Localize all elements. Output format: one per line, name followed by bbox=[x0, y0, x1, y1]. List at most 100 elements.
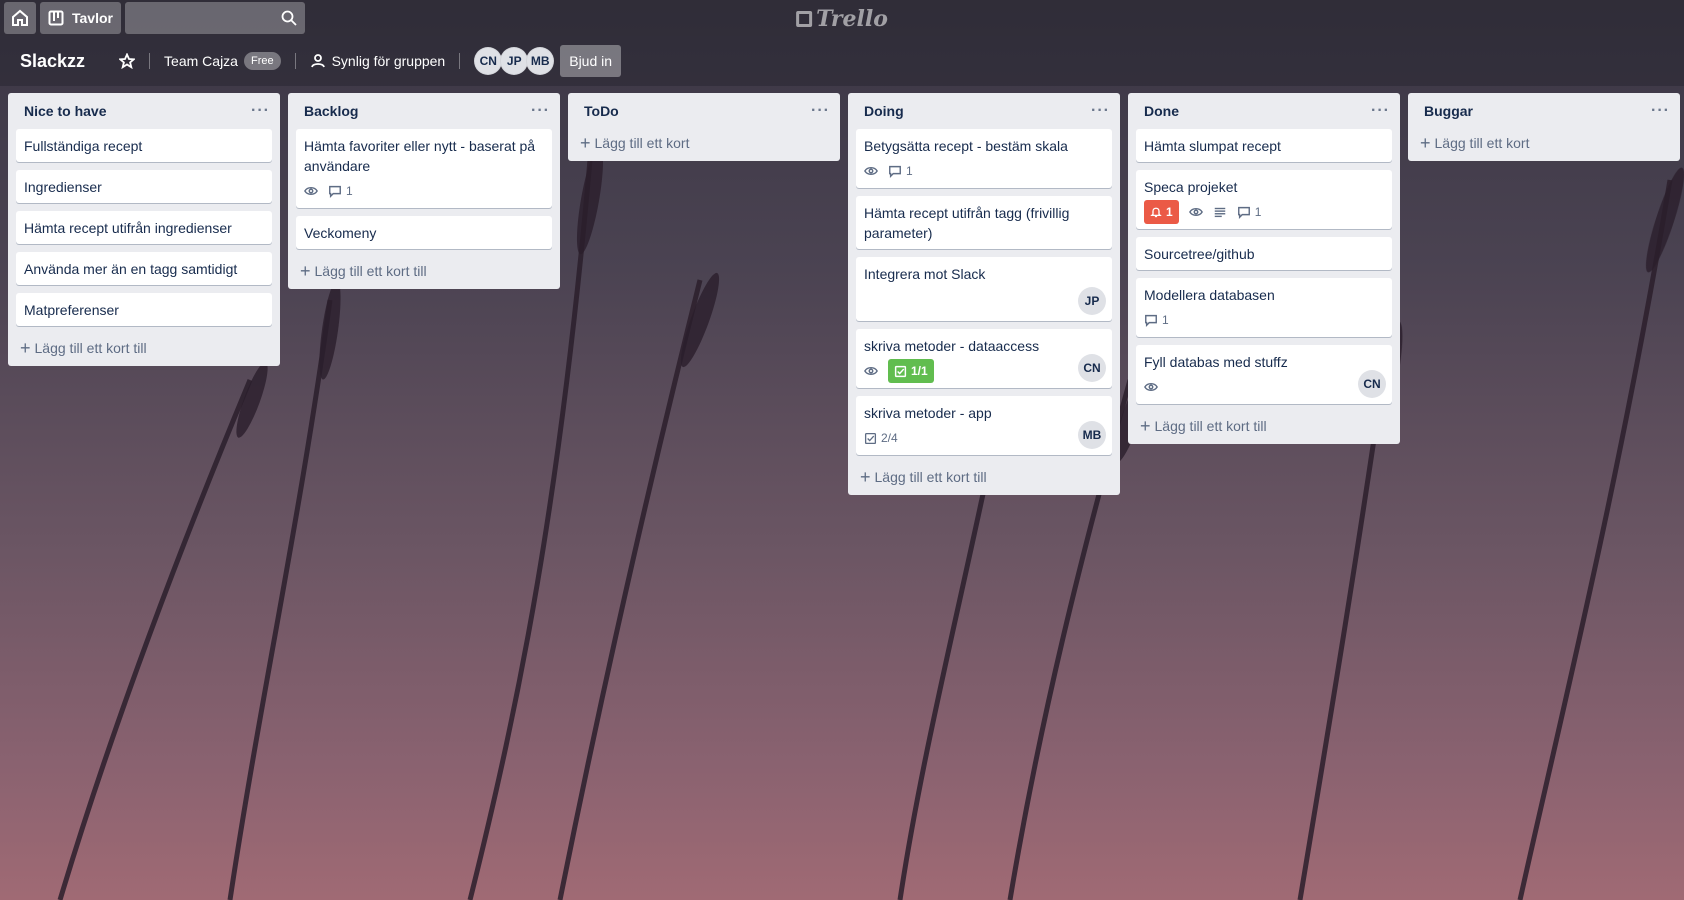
list-title[interactable]: Nice to have bbox=[24, 103, 106, 119]
list-menu-icon[interactable]: ··· bbox=[1651, 102, 1670, 120]
add-card-button[interactable]: + Lägg till ett kort till bbox=[856, 463, 1112, 489]
add-card-label: Lägg till ett kort bbox=[594, 135, 690, 151]
list-header: Backlog ··· bbox=[296, 93, 552, 129]
card-title: Modellera databasen bbox=[1144, 287, 1275, 303]
card-title: Speca projeket bbox=[1144, 179, 1238, 195]
list-menu-icon[interactable]: ··· bbox=[1371, 102, 1390, 120]
comment-count: 1 bbox=[906, 164, 913, 178]
plus-icon: + bbox=[20, 338, 31, 358]
card-title: Matpreferenser bbox=[24, 302, 119, 318]
logo-text: Trello bbox=[816, 6, 888, 32]
avatar[interactable]: MB bbox=[526, 47, 555, 75]
add-card-button[interactable]: + Lägg till ett kort till bbox=[296, 257, 552, 283]
search-input[interactable] bbox=[124, 2, 305, 34]
comment-icon bbox=[889, 165, 901, 178]
home-button[interactable] bbox=[4, 2, 36, 34]
list-card[interactable]: Ingredienser bbox=[16, 170, 272, 203]
card-badges bbox=[1144, 376, 1384, 398]
list-card[interactable]: skriva metoder - dataaccess 1/1 CN bbox=[856, 329, 1112, 388]
plus-icon: + bbox=[1140, 416, 1151, 436]
comment-icon bbox=[1145, 314, 1157, 327]
card-title: Veckomeny bbox=[304, 225, 377, 241]
list-menu-icon[interactable]: ··· bbox=[251, 102, 270, 120]
list-card[interactable]: Fyll databas med stuffz CN bbox=[1136, 345, 1392, 404]
boards-label: Tavlor bbox=[72, 10, 113, 26]
list-card[interactable]: Hämta recept utifrån tagg (frivillig par… bbox=[856, 196, 1112, 249]
list-header: ToDo ··· bbox=[576, 93, 832, 129]
team-button[interactable]: Team Cajza Free bbox=[156, 45, 289, 77]
eye-icon bbox=[864, 167, 878, 175]
list-title[interactable]: Done bbox=[1144, 103, 1179, 119]
card-title: Fyll databas med stuffz bbox=[1144, 354, 1288, 370]
card-member-avatar[interactable]: CN bbox=[1078, 354, 1106, 382]
star-button[interactable] bbox=[111, 45, 143, 77]
trello-logo[interactable]: Trello bbox=[796, 6, 888, 32]
description-icon bbox=[1214, 207, 1225, 218]
list-card[interactable]: Hämta favoriter eller nytt - baserat på … bbox=[296, 129, 552, 208]
list-card[interactable]: Hämta recept utifrån ingredienser bbox=[16, 211, 272, 244]
add-card-button[interactable]: + Lägg till ett kort till bbox=[1136, 412, 1392, 438]
trello-logo-icon bbox=[796, 11, 813, 27]
checklist-badge: 1/1 bbox=[888, 359, 934, 383]
plus-icon: + bbox=[580, 133, 591, 153]
list-todo: ToDo ··· + Lägg till ett kort bbox=[568, 93, 840, 161]
search-icon bbox=[281, 10, 297, 26]
list-card[interactable]: Sourcetree/github bbox=[1136, 237, 1392, 270]
watching-badge bbox=[864, 164, 878, 178]
eye-icon bbox=[1188, 208, 1203, 216]
card-member-avatar[interactable]: CN bbox=[1358, 370, 1386, 398]
card-badges: 1/1 bbox=[864, 359, 1104, 383]
list-title[interactable]: Doing bbox=[864, 103, 904, 119]
watching-badge bbox=[1144, 380, 1158, 394]
boards-button[interactable]: Tavlor bbox=[40, 2, 121, 34]
plus-icon: + bbox=[860, 467, 871, 487]
comment-icon bbox=[329, 185, 341, 198]
avatar[interactable]: JP bbox=[500, 47, 529, 75]
list-done: Done ··· Hämta slumpat recept Speca proj… bbox=[1128, 93, 1400, 444]
eye-icon bbox=[864, 367, 878, 375]
list-header: Doing ··· bbox=[856, 93, 1112, 129]
checklist-count: 1/1 bbox=[911, 364, 928, 378]
list-menu-icon[interactable]: ··· bbox=[811, 102, 830, 120]
checkbox-icon bbox=[864, 432, 877, 444]
top-navigation-bar: Tavlor Trello bbox=[0, 0, 1684, 36]
card-title: skriva metoder - dataaccess bbox=[864, 338, 1040, 354]
list-header: Done ··· bbox=[1136, 93, 1392, 129]
comment-icon bbox=[1237, 206, 1250, 219]
watching-badge bbox=[304, 184, 318, 198]
visibility-label: Synlig för gruppen bbox=[331, 53, 446, 69]
list-card[interactable]: Veckomeny bbox=[296, 216, 552, 249]
list-title[interactable]: ToDo bbox=[584, 103, 619, 119]
comment-count: 1 bbox=[1162, 313, 1169, 327]
list-title[interactable]: Backlog bbox=[304, 103, 358, 119]
list-menu-icon[interactable]: ··· bbox=[1091, 102, 1110, 120]
visibility-button[interactable]: Synlig för gruppen bbox=[302, 45, 454, 77]
list-card[interactable]: Använda mer än en tagg samtidigt bbox=[16, 252, 272, 285]
list-buggar: Buggar ··· + Lägg till ett kort bbox=[1408, 93, 1680, 161]
list-card[interactable]: Integrera mot Slack JP bbox=[856, 257, 1112, 321]
list-card[interactable]: Hämta slumpat recept bbox=[1136, 129, 1392, 162]
add-card-button[interactable]: + Lägg till ett kort bbox=[1416, 129, 1672, 155]
board-title[interactable]: Slackzz bbox=[12, 51, 93, 72]
card-member-avatar[interactable]: MB bbox=[1078, 421, 1106, 449]
list-card[interactable]: Modellera databasen 1 bbox=[1136, 278, 1392, 337]
team-visibility-icon bbox=[310, 54, 325, 68]
list-card[interactable]: skriva metoder - app 2/4 MB bbox=[856, 396, 1112, 455]
comments-badge: 1 bbox=[1144, 310, 1169, 330]
invite-button[interactable]: Bjud in bbox=[560, 45, 622, 77]
avatar[interactable]: CN bbox=[474, 47, 503, 75]
list-header: Nice to have ··· bbox=[16, 93, 272, 129]
card-member-avatar[interactable]: JP bbox=[1078, 287, 1106, 315]
card-title: Sourcetree/github bbox=[1144, 246, 1255, 262]
comment-count: 1 bbox=[1254, 205, 1262, 219]
add-card-button[interactable]: + Lägg till ett kort till bbox=[16, 334, 272, 360]
list-card[interactable]: Betygsätta recept - bestäm skala 1 bbox=[856, 129, 1112, 188]
add-card-label: Lägg till ett kort till bbox=[34, 340, 147, 356]
eye-icon bbox=[1144, 383, 1158, 391]
add-card-button[interactable]: + Lägg till ett kort bbox=[576, 129, 832, 155]
list-card[interactable]: Matpreferenser bbox=[16, 293, 272, 326]
list-card[interactable]: Speca projeket 1 1 bbox=[1136, 170, 1392, 229]
list-title[interactable]: Buggar bbox=[1424, 103, 1473, 119]
list-card[interactable]: Fullständiga recept bbox=[16, 129, 272, 162]
list-menu-icon[interactable]: ··· bbox=[531, 102, 550, 120]
